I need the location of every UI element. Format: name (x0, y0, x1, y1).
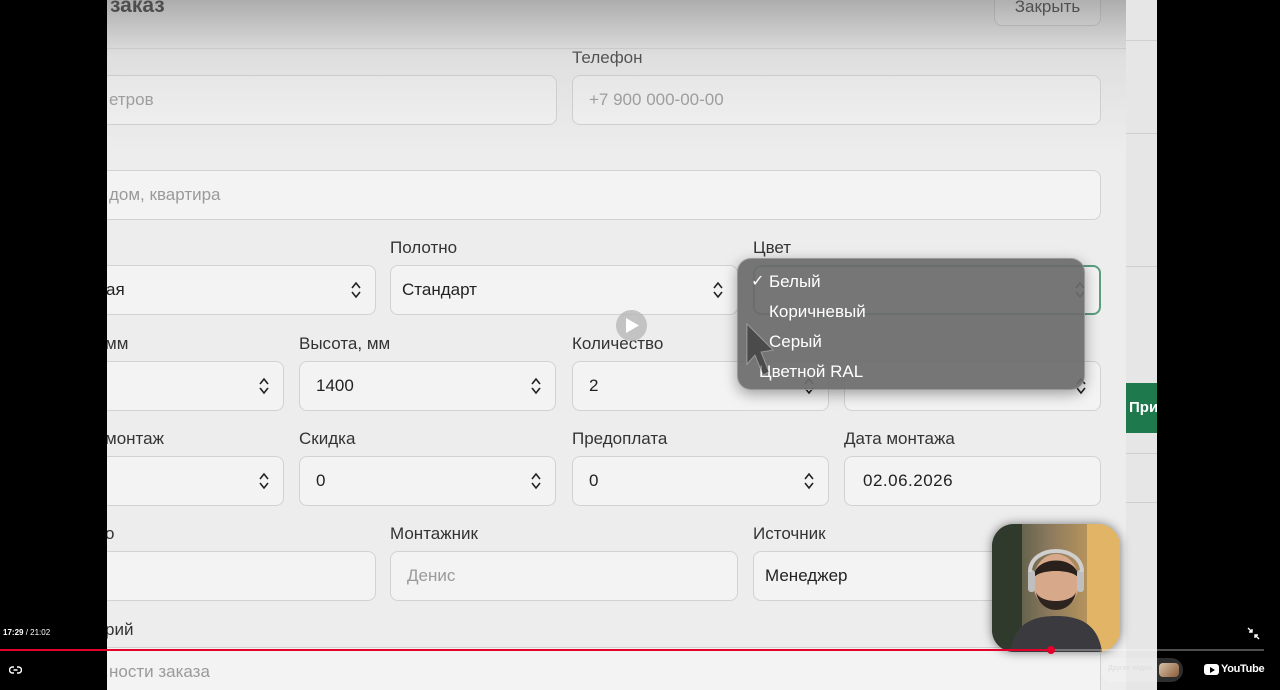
install-date-label: Дата монтажа (844, 429, 955, 448)
checkmark-icon: ✓ (751, 273, 765, 290)
background-green-button[interactable]: При (1126, 383, 1157, 433)
canvas-select[interactable]: Стандарт (390, 265, 738, 315)
stepper-icon[interactable] (259, 472, 269, 490)
progress-fill (0, 649, 1051, 651)
quantity-label: Количество (572, 334, 664, 353)
webcam-overlay[interactable] (992, 524, 1120, 652)
background-divider (1126, 453, 1157, 454)
stepper-icon[interactable] (531, 377, 541, 395)
current-time: 17:29 (3, 628, 24, 637)
mount-label: монтаж (107, 429, 164, 448)
background-divider (1126, 40, 1157, 41)
color-option-white[interactable]: Белый (769, 272, 821, 292)
quantity-value: 2 (589, 376, 599, 395)
select-chevron-icon (351, 281, 361, 299)
address-placeholder: дом, квартира (109, 185, 221, 204)
stepper-icon[interactable] (531, 472, 541, 490)
stepper-icon[interactable] (259, 377, 269, 395)
type-value: ая (107, 280, 125, 299)
phone-label: Телефон (572, 48, 643, 67)
video-player[interactable]: При заказ Закрыть етров Телефон +7 900 0… (0, 0, 1280, 690)
source-label: Источник (753, 524, 826, 543)
type-select[interactable]: ая (107, 265, 376, 315)
misc-input[interactable] (107, 551, 376, 601)
other-videos-label: Другие видео (1108, 665, 1152, 672)
cursor-icon (746, 322, 775, 376)
select-chevron-icon (713, 281, 723, 299)
stepper-icon[interactable] (804, 472, 814, 490)
close-button[interactable]: Закрыть (994, 0, 1101, 26)
name-placeholder: етров (109, 90, 154, 109)
height-label: Высота, мм (299, 334, 391, 353)
duration: 21:02 (30, 628, 51, 637)
play-triangle-icon (626, 318, 639, 333)
modal-title: заказ (110, 0, 165, 17)
address-field[interactable]: дом, квартира (107, 170, 1101, 220)
time-display: 17:29 / 21:02 (3, 628, 50, 637)
order-modal: заказ Закрыть етров Телефон +7 900 000-0… (107, 0, 1126, 690)
play-icon[interactable] (616, 310, 647, 341)
installer-placeholder: Денис (407, 566, 456, 585)
source-value: Менеджер (765, 566, 848, 585)
youtube-wordmark: YouTube (1221, 663, 1265, 675)
install-date-value: 02.06.2026 (863, 471, 954, 490)
height-input[interactable]: 1400 (299, 361, 556, 411)
background-divider (1126, 502, 1157, 503)
prepayment-label: Предоплата (572, 429, 668, 448)
canvas-label: Полотно (390, 238, 458, 257)
comment-label: рий (107, 620, 134, 639)
background-page: При (1126, 0, 1157, 690)
youtube-logo[interactable]: YouTube (1204, 663, 1265, 677)
progress-scrubber[interactable] (1047, 646, 1055, 654)
prepayment-value: 0 (589, 471, 599, 490)
discount-label: Скидка (299, 429, 356, 448)
comment-input[interactable]: ности заказа (107, 647, 1101, 690)
canvas-value: Стандарт (402, 280, 477, 299)
width-input[interactable] (107, 361, 284, 411)
presenter-icon (992, 524, 1120, 652)
color-option-gray[interactable]: Серый (769, 332, 822, 352)
height-value: 1400 (316, 376, 354, 395)
youtube-play-icon (1204, 664, 1219, 675)
mount-input[interactable] (107, 456, 284, 506)
misc-label: о (107, 524, 115, 543)
phone-field[interactable]: +7 900 000-00-00 (572, 75, 1101, 125)
installer-label: Монтажник (390, 524, 478, 543)
exit-fullscreen-icon[interactable] (1247, 627, 1260, 640)
other-videos-button[interactable]: Другие видео (1101, 658, 1183, 682)
color-option-brown[interactable]: Коричневый (769, 302, 866, 322)
install-date-input[interactable]: 02.06.2026 (844, 456, 1101, 506)
installer-input[interactable]: Денис (390, 551, 738, 601)
color-dropdown-menu[interactable]: ✓ Белый Коричневый Серый Цветной RAL (737, 258, 1085, 390)
phone-placeholder: +7 900 000-00-00 (589, 90, 724, 109)
background-divider (1126, 133, 1157, 134)
background-divider (1126, 266, 1157, 267)
color-label: Цвет (753, 238, 792, 257)
prepayment-input[interactable]: 0 (572, 456, 829, 506)
width-label: мм (107, 334, 129, 353)
link-icon[interactable] (9, 664, 22, 676)
other-videos-thumbnail (1159, 663, 1179, 677)
comment-placeholder: ности заказа (109, 662, 210, 681)
discount-input[interactable]: 0 (299, 456, 556, 506)
name-field[interactable]: етров (107, 75, 557, 125)
modal-header: заказ Закрыть (107, 0, 1126, 49)
discount-value: 0 (316, 471, 326, 490)
